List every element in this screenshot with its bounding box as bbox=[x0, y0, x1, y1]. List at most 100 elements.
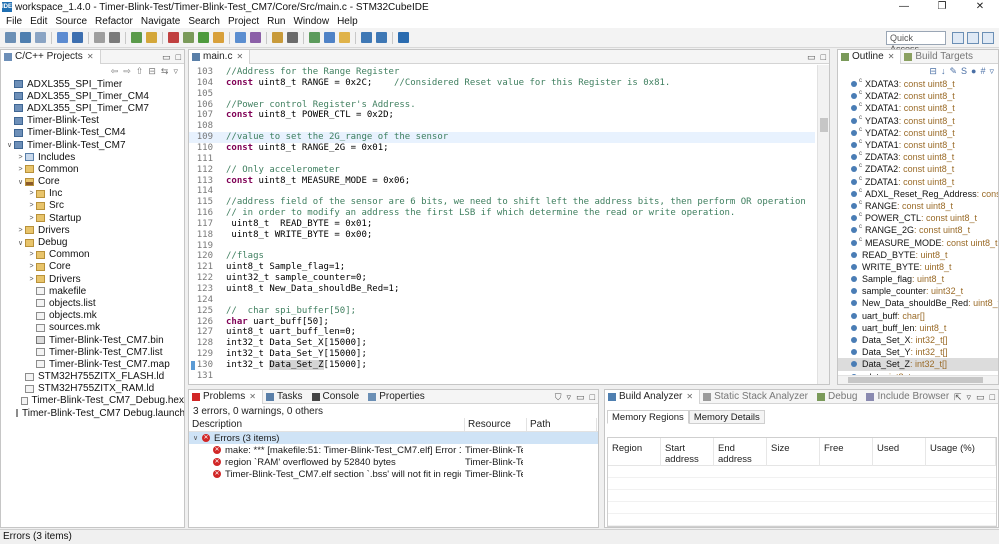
editor-scrollbar[interactable] bbox=[817, 65, 829, 384]
menu-edit[interactable]: Edit bbox=[26, 16, 51, 27]
tree-item[interactable]: > Common bbox=[1, 249, 184, 261]
tree-item[interactable]: > Includes bbox=[1, 151, 184, 163]
tree-item[interactable]: Timer-Blink-Test_CM7.list bbox=[1, 346, 184, 358]
tree-item[interactable]: > Inc bbox=[1, 188, 184, 200]
outline-item[interactable]: c ZDATA1 : const uint8_t bbox=[838, 176, 998, 188]
code-line[interactable]: 111 bbox=[189, 154, 815, 165]
column-region[interactable]: Region bbox=[608, 438, 661, 466]
tree-item[interactable]: > Core bbox=[1, 261, 184, 273]
outline-item[interactable]: c RANGE : const uint8_t bbox=[838, 200, 998, 212]
view-menu-icon[interactable]: ▿ bbox=[567, 391, 572, 403]
tree-item[interactable]: Timer-Blink-Test_CM7_Debug.hex bbox=[1, 395, 184, 407]
code-line[interactable]: 103 //Address for the Range Register bbox=[189, 67, 815, 78]
perspective-cpp-icon[interactable] bbox=[952, 32, 964, 44]
maximize-view-icon[interactable]: □ bbox=[821, 51, 826, 63]
maximize-view-icon[interactable]: □ bbox=[176, 51, 181, 63]
outline-item[interactable]: WRITE_BYTE : uint8_t bbox=[838, 261, 998, 273]
code-line[interactable]: 117 uint8_t READ_BYTE = 0x01; bbox=[189, 219, 815, 230]
tree-item[interactable]: ∨ Timer-Blink-Test_CM7 bbox=[1, 139, 184, 151]
tree-item[interactable]: Timer-Blink-Test_CM7.map bbox=[1, 358, 184, 370]
hide-static-icon[interactable]: S bbox=[961, 66, 967, 76]
sort-icon[interactable]: ↓ bbox=[941, 66, 946, 76]
menu-project[interactable]: Project bbox=[224, 16, 263, 27]
tree-item[interactable]: Timer-Blink-Test bbox=[1, 115, 184, 127]
build-icon[interactable] bbox=[57, 32, 68, 43]
help-icon[interactable] bbox=[398, 32, 409, 43]
code-line[interactable]: 126 char uart_buff[50]; bbox=[189, 317, 815, 328]
tree-item[interactable]: Timer-Blink-Test_CM7 Debug.launch bbox=[1, 407, 184, 419]
tree-item[interactable]: ADXL355_SPI_Timer bbox=[1, 78, 184, 90]
code-editor[interactable]: 103 //Address for the Range Register 104 co… bbox=[189, 65, 829, 384]
code-line[interactable]: 104 const uint8_t RANGE = 0x2C; //Conside… bbox=[189, 78, 815, 89]
tree-item[interactable]: objects.mk bbox=[1, 310, 184, 322]
run-icon[interactable] bbox=[146, 32, 157, 43]
tree-item[interactable]: sources.mk bbox=[1, 322, 184, 334]
minimize-view-icon[interactable]: ▭ bbox=[976, 391, 985, 403]
tab-include-browser[interactable]: Include Browser bbox=[863, 390, 955, 404]
column-start-address[interactable]: Start address bbox=[661, 438, 714, 466]
problem-row[interactable]: ✕ make: *** [makefile:51: Timer-Blink-Tes… bbox=[189, 444, 598, 456]
outline-h-scrollbar[interactable] bbox=[838, 375, 998, 384]
tab-tasks[interactable]: Tasks bbox=[263, 390, 309, 404]
tab-debug[interactable]: Debug bbox=[814, 390, 863, 404]
chevron-down-icon[interactable]: ∨ bbox=[5, 141, 14, 149]
code-line[interactable]: 127 uint8_t uart_buff_len=0; bbox=[189, 327, 815, 338]
code-line[interactable]: 123 uint8_t New_Data_shouldBe_Red=1; bbox=[189, 284, 815, 295]
scrollbar-thumb[interactable] bbox=[820, 118, 828, 132]
outline-item[interactable]: c MEASURE_MODE : const uint8_t bbox=[838, 236, 998, 248]
outline-item[interactable]: cADXL_Reset_Reg_Address : const uint8 bbox=[838, 188, 998, 200]
chevron-down-icon[interactable]: ∨ bbox=[16, 239, 25, 247]
new-icon[interactable] bbox=[5, 32, 16, 43]
chevron-right-icon[interactable]: > bbox=[27, 251, 36, 258]
task-icon[interactable] bbox=[250, 32, 261, 43]
filter-icon[interactable]: ⛉ bbox=[555, 391, 562, 403]
column-path[interactable]: Path bbox=[527, 418, 597, 431]
perspective-debug-icon[interactable] bbox=[967, 32, 979, 44]
menu-source[interactable]: Source bbox=[51, 16, 91, 27]
code-line[interactable]: 124 bbox=[189, 295, 815, 306]
chevron-down-icon[interactable]: ∨ bbox=[16, 178, 25, 186]
copy-icon[interactable] bbox=[109, 32, 120, 43]
chevron-right-icon[interactable]: > bbox=[27, 263, 36, 270]
problem-row[interactable]: ✕ Timer-Blink-Test_CM7.elf section `.bss'… bbox=[189, 468, 598, 480]
tab-static-stack-analyzer[interactable]: Static Stack Analyzer bbox=[700, 390, 814, 404]
hide-nonpublic-icon[interactable]: ● bbox=[971, 66, 976, 76]
tree-item[interactable]: > Startup bbox=[1, 212, 184, 224]
outline-item[interactable]: c YDATA2 : const uint8_t bbox=[838, 127, 998, 139]
chevron-right-icon[interactable]: > bbox=[27, 276, 36, 283]
subtab-memory-regions[interactable]: Memory Regions bbox=[607, 410, 689, 424]
tree-item[interactable]: makefile bbox=[1, 285, 184, 297]
close-icon[interactable]: ✕ bbox=[87, 50, 94, 64]
perspective-cube-icon[interactable] bbox=[982, 32, 994, 44]
code-line[interactable]: 108 bbox=[189, 121, 815, 132]
problem-row[interactable]: ✕ region `RAM' overflowed by 52840 bytes T… bbox=[189, 456, 598, 468]
menu-navigate[interactable]: Navigate bbox=[137, 16, 184, 27]
outline-item[interactable]: uart_buff : char[] bbox=[838, 310, 998, 322]
stop-icon[interactable] bbox=[168, 32, 179, 43]
close-icon[interactable]: ✕ bbox=[236, 50, 243, 64]
save-icon[interactable] bbox=[20, 32, 31, 43]
menu-file[interactable]: File bbox=[2, 16, 26, 27]
open-perspective-icon[interactable] bbox=[361, 32, 372, 43]
code-line[interactable]: 119 bbox=[189, 241, 815, 252]
tree-item[interactable]: ∨ Core bbox=[1, 176, 184, 188]
code-line[interactable]: 112 // Only accelerometer bbox=[189, 165, 815, 176]
tab-properties[interactable]: Properties bbox=[365, 390, 431, 404]
view-menu-icon[interactable]: ▿ bbox=[989, 66, 994, 77]
column-free[interactable]: Free bbox=[820, 438, 873, 466]
outline-item[interactable]: c XDATA2 : const uint8_t bbox=[838, 90, 998, 102]
back-icon[interactable]: ⇦ bbox=[111, 66, 119, 77]
menu-search[interactable]: Search bbox=[184, 16, 224, 27]
chevron-right-icon[interactable]: > bbox=[16, 166, 25, 173]
link-icon[interactable] bbox=[287, 32, 298, 43]
outline-item[interactable]: Data_Set_Y : int32_t[] bbox=[838, 346, 998, 358]
chevron-right-icon[interactable]: > bbox=[27, 202, 36, 209]
outline-item[interactable]: c ZDATA2 : const uint8_t bbox=[838, 163, 998, 175]
group-icon[interactable]: # bbox=[980, 66, 985, 76]
errors-group-row[interactable]: ∨ ✕ Errors (3 items) bbox=[189, 432, 598, 444]
code-line[interactable]: 110 const uint8_t RANGE_2G = 0x01; bbox=[189, 143, 815, 154]
column-end-address[interactable]: End address bbox=[714, 438, 767, 466]
outline-item[interactable]: c YDATA3 : const uint8_t bbox=[838, 115, 998, 127]
chevron-right-icon[interactable]: > bbox=[27, 215, 36, 222]
cut-icon[interactable] bbox=[94, 32, 105, 43]
